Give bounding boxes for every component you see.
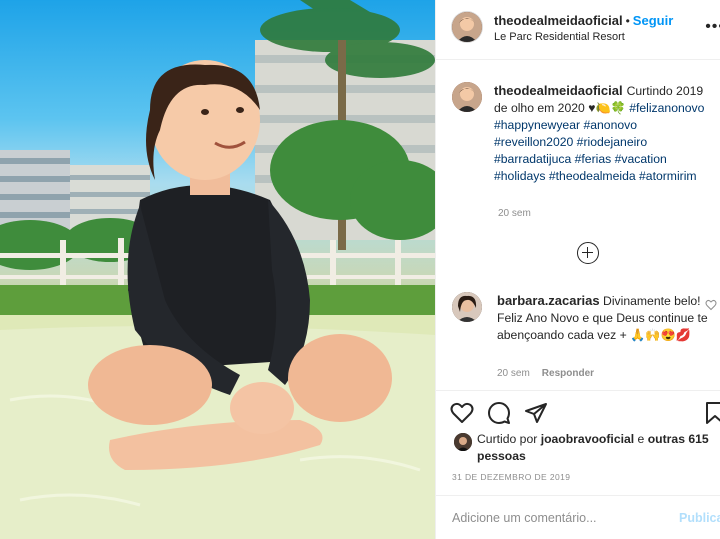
hashtag[interactable]: #theodealmeida [549,169,636,183]
comment-icon[interactable] [487,401,511,430]
hashtag[interactable]: #riodejaneiro [577,135,647,149]
comment-like-icon[interactable] [705,298,717,316]
plus-circle-icon[interactable] [577,242,599,264]
liked-by-connector: e [637,432,645,446]
reply-button[interactable]: Responder [542,368,594,379]
hashtag[interactable]: #reveillon2020 [494,135,573,149]
hashtag[interactable]: #vacation [615,152,667,166]
hashtag[interactable]: #anonovo [583,118,637,132]
hashtag[interactable]: #ferias [575,152,612,166]
caption-avatar[interactable] [452,82,482,112]
post-header: theodealmeidaoficial • Seguir Le Parc Resi… [436,0,720,60]
bookmark-icon[interactable] [705,401,720,430]
header-user-line: theodealmeidaoficial • Seguir [494,13,673,28]
author-username[interactable]: theodealmeidaoficial [494,13,623,28]
liker-username[interactable]: joaobravooficial [541,432,634,446]
comment-input[interactable]: Adicione um comentário... [452,511,597,525]
publish-button[interactable]: Publicar [679,511,720,525]
caption-emojis: ♥🍋🍀 [588,101,626,115]
commenter-username[interactable]: barbara.zacarias [497,293,600,308]
liker-avatar[interactable] [454,433,472,451]
liked-by-prefix: Curtido por [477,432,538,446]
post-photo[interactable] [0,0,435,539]
comment-emojis: 🙏🙌😍💋 [630,328,691,342]
location-link[interactable]: Le Parc Residential Resort [494,31,625,43]
comment-meta: 20 sem Responder [497,368,594,379]
comment-time: 20 sem [497,368,530,379]
liked-by-text: Curtido por joaobravooficial e outras 61… [477,431,717,465]
author-avatar[interactable] [452,12,482,42]
hashtag[interactable]: #atormirim [639,169,697,183]
add-comment-bar: Adicione um comentário... Publicar [436,495,720,539]
caption-username[interactable]: theodealmeidaoficial [494,83,623,98]
more-icon[interactable]: ••• [705,18,720,36]
comment-text: barbara.zacarias Divinamente belo! Feliz… [497,292,709,344]
commenter-avatar[interactable] [452,292,482,322]
heart-icon[interactable] [450,401,474,430]
post-sidebar: theodealmeidaoficial • Seguir Le Parc Resi… [435,0,720,539]
caption-time: 20 sem [498,208,531,219]
follow-button[interactable]: Seguir [633,13,673,28]
caption-text: theodealmeidaoficial Curtindo 2019 de olh… [494,82,716,185]
photo-illustration [0,0,435,539]
hashtag[interactable]: #felizanonovo [629,101,704,115]
post-date: 31 DE DEZEMBRO DE 2019 [452,472,571,482]
separator-dot: • [625,14,630,28]
hashtag[interactable]: #holidays [494,169,546,183]
share-icon[interactable] [524,401,548,430]
hashtag[interactable]: #barradatijuca [494,152,571,166]
post-actions: Curtido por joaobravooficial e outras 61… [436,390,720,500]
hashtag[interactable]: #happynewyear [494,118,580,132]
